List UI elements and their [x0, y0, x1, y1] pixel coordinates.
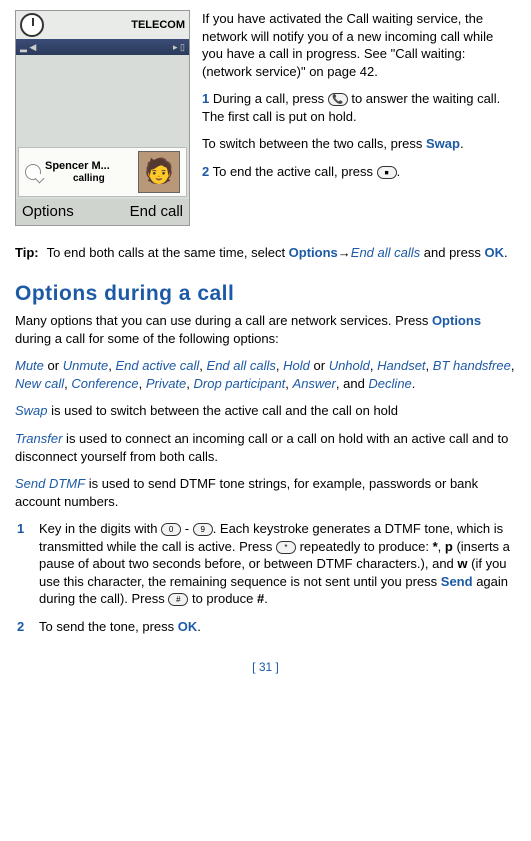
ok-link: OK: [484, 245, 504, 260]
key-9-icon: 9: [193, 523, 213, 536]
caller-avatar: 🧑: [138, 151, 180, 193]
phone-status-bar: TELECOM: [16, 11, 189, 39]
ok-link-2: OK: [178, 619, 198, 634]
options-link-2: Options: [432, 313, 481, 328]
intro-text: If you have activated the Call waiting s…: [202, 10, 516, 226]
battery-icon: ▸ ▯: [173, 41, 185, 53]
phone-carrier: TELECOM: [131, 18, 185, 33]
step-num-2: 2: [17, 618, 27, 636]
phone-screenshot: TELECOM ▂ ◀ ▸ ▯ Spencer M... calling 🧑 O…: [15, 10, 190, 226]
softkey-left: Options: [22, 202, 74, 222]
phone-body: [16, 55, 189, 145]
numbered-step-2: 2 To send the tone, press OK.: [15, 618, 516, 636]
intro-step2: 2 To end the active call, press .: [202, 163, 516, 181]
section-title: Options during a call: [15, 280, 516, 308]
speech-bubble-icon: [25, 164, 41, 180]
signal-icon: ▂ ◀: [20, 41, 36, 53]
key-star-icon: *: [276, 541, 296, 554]
end-key-icon: [377, 166, 397, 179]
key-hash-icon: #: [168, 593, 188, 606]
intro-switch: To switch between the two calls, press S…: [202, 135, 516, 153]
tip-label: Tip:: [15, 244, 39, 262]
transfer-para: Transfer is used to connect an incoming …: [15, 430, 516, 465]
clock-icon: [20, 13, 44, 37]
step-num-1: 1: [17, 520, 27, 608]
options-link: Options: [289, 245, 338, 260]
end-all-calls-link: End all calls: [351, 245, 420, 260]
page-number: [ 31 ]: [15, 659, 516, 675]
incoming-call-row: Spencer M... calling 🧑: [18, 147, 187, 197]
send-link: Send: [441, 574, 473, 589]
dial-key-icon: [328, 93, 348, 106]
phone-signal-bar: ▂ ◀ ▸ ▯: [16, 39, 189, 55]
options-list: Mute or Unmute, End active call, End all…: [15, 357, 516, 392]
numbered-step-1: 1 Key in the digits with 0 - 9. Each key…: [15, 520, 516, 608]
swap-para: Swap is used to switch between the activ…: [15, 402, 516, 420]
dtmf-para: Send DTMF is used to send DTMF tone stri…: [15, 475, 516, 510]
key-0-icon: 0: [161, 523, 181, 536]
intro-step1: 1 During a call, press to answer the wai…: [202, 90, 516, 125]
softkey-right: End call: [130, 202, 183, 222]
tip-row: Tip: To end both calls at the same time,…: [15, 244, 516, 262]
intro-para1: If you have activated the Call waiting s…: [202, 10, 516, 80]
tip-body: To end both calls at the same time, sele…: [47, 244, 516, 262]
section-intro: Many options that you can use during a c…: [15, 312, 516, 347]
swap-link: Swap: [426, 136, 460, 151]
caller-status: calling: [45, 172, 138, 186]
